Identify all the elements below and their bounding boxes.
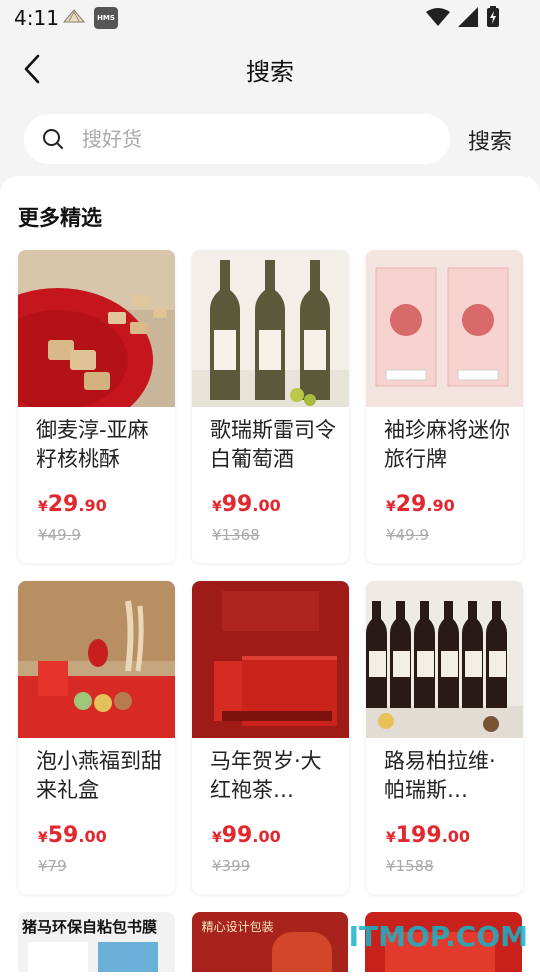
product-price: ¥59.00 [38,823,107,848]
product-name: 路易柏拉维·帕瑞斯… [384,749,496,802]
product-card-partial[interactable]: 猪马环保自粘包书膜 [18,912,175,972]
product-card-partial[interactable]: 精心设计包装 [191,912,349,972]
product-image-red-wine [366,581,523,738]
search-icon [43,129,63,149]
status-bar: 4:11 HMS [0,0,540,36]
product-card[interactable]: 马年贺岁·大红袍茶… ¥99.00 ¥399 [192,581,349,894]
product-banner: 猪马环保自粘包书膜 [22,918,158,936]
product-image-mahjong [366,250,523,407]
section-title: 更多精选 [18,206,102,230]
nav-bar: 搜索 [0,40,540,96]
status-time: 4:11 [14,6,59,30]
product-original-price: ¥1588 [386,857,434,875]
product-name: 马年贺岁·大红袍茶… [210,749,322,802]
watermark: ITMOP.COM [348,920,528,953]
product-original-price: ¥49.9 [386,526,429,544]
product-card[interactable]: 路易柏拉维·帕瑞斯… ¥199.00 ¥1588 [366,581,523,894]
wifi-icon [426,8,450,26]
search-input[interactable] [82,123,432,155]
search-button[interactable]: 搜索 [468,124,512,156]
product-price: ¥29.90 [386,492,455,517]
product-image-walnut-crisp [18,250,175,432]
product-original-price: ¥399 [212,857,251,875]
product-card[interactable]: 歌瑞斯雷司令白葡萄酒 ¥99.00 ¥1368 [192,250,349,563]
product-name: 歌瑞斯雷司令白葡萄酒 [210,418,336,471]
recommend-panel: 更多精选 御麦淳-亚麻籽核桃酥 ¥29.90 ¥49.9 歌瑞斯雷司令白葡萄酒 … [0,176,540,976]
battery-icon [487,6,499,27]
product-price: ¥29.90 [38,492,107,517]
product-image-white-wine [192,250,349,407]
product-card[interactable]: 泡小燕福到甜来礼盒 ¥59.00 ¥79 [18,581,175,894]
hms-icon: HMS [94,7,118,29]
signal-icon [458,7,478,27]
product-price: ¥99.00 [212,492,281,517]
product-card[interactable]: 御麦淳-亚麻籽核桃酥 ¥29.90 ¥49.9 [18,250,175,563]
status-icons [426,6,500,28]
product-name: 袖珍麻将迷你旅行牌 [384,418,510,471]
product-image-gift-box [18,581,175,738]
product-original-price: ¥79 [38,857,67,875]
product-banner: 精心设计包装 [201,920,274,934]
page-title: 搜索 [246,58,294,86]
product-name: 泡小燕福到甜来礼盒 [36,749,162,802]
product-image-tea-box [192,581,349,738]
product-original-price: ¥1368 [212,526,260,544]
product-grid: 御麦淳-亚麻籽核桃酥 ¥29.90 ¥49.9 歌瑞斯雷司令白葡萄酒 ¥99.0… [18,250,523,894]
product-original-price: ¥49.9 [38,526,81,544]
product-price: ¥99.00 [212,823,281,848]
search-bar [24,114,450,164]
product-price: ¥199.00 [386,823,471,848]
product-card[interactable]: 袖珍麻将迷你旅行牌 ¥29.90 ¥49.9 [366,250,523,563]
product-name: 御麦淳-亚麻籽核桃酥 [36,418,149,471]
shell-icon [62,9,86,23]
